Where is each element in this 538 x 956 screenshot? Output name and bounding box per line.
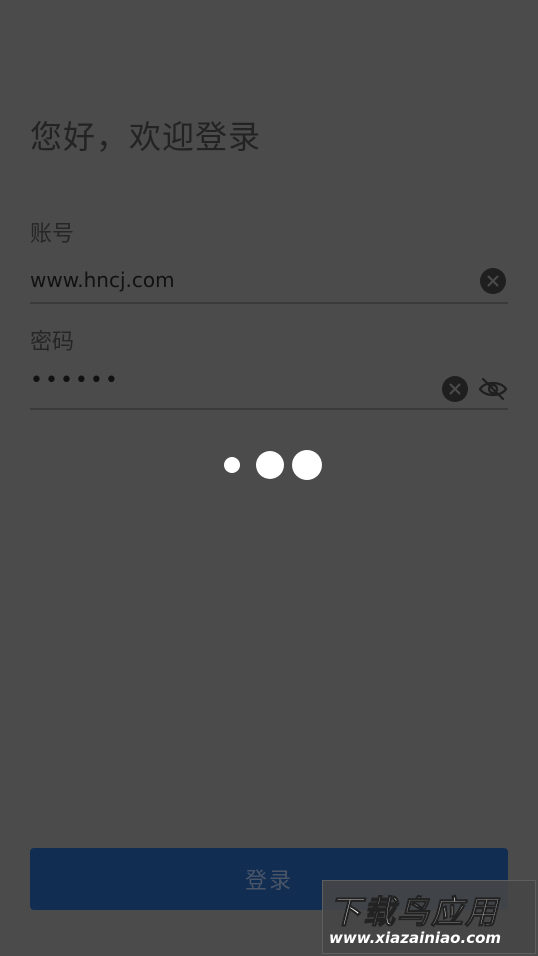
clear-circle-icon[interactable] (442, 376, 468, 402)
eye-off-icon[interactable] (478, 376, 508, 402)
loading-dot (256, 451, 284, 479)
loading-dot (292, 450, 322, 480)
account-input[interactable]: www.hncj.com (30, 268, 175, 292)
clear-circle-icon[interactable] (480, 268, 506, 294)
watermark-title: 下载鸟应用 (328, 893, 500, 932)
close-icon (449, 383, 461, 395)
loading-indicator (224, 450, 324, 480)
password-field[interactable]: •••••• (30, 364, 508, 410)
watermark-url: www.xiazainiao.com (329, 929, 502, 947)
password-input[interactable]: •••••• (30, 368, 120, 393)
account-label: 账号 (30, 222, 75, 247)
watermark-logo: 下载鸟应用 www.xiazainiao.com (322, 880, 536, 954)
loading-dot (224, 457, 240, 473)
account-field[interactable]: www.hncj.com (30, 258, 508, 304)
password-label: 密码 (30, 330, 75, 355)
login-screen: 您好，欢迎登录 账号 www.hncj.com 密码 •••••• 登录 下载鸟… (0, 0, 538, 956)
close-icon (487, 275, 499, 287)
welcome-title: 您好，欢迎登录 (30, 118, 262, 156)
